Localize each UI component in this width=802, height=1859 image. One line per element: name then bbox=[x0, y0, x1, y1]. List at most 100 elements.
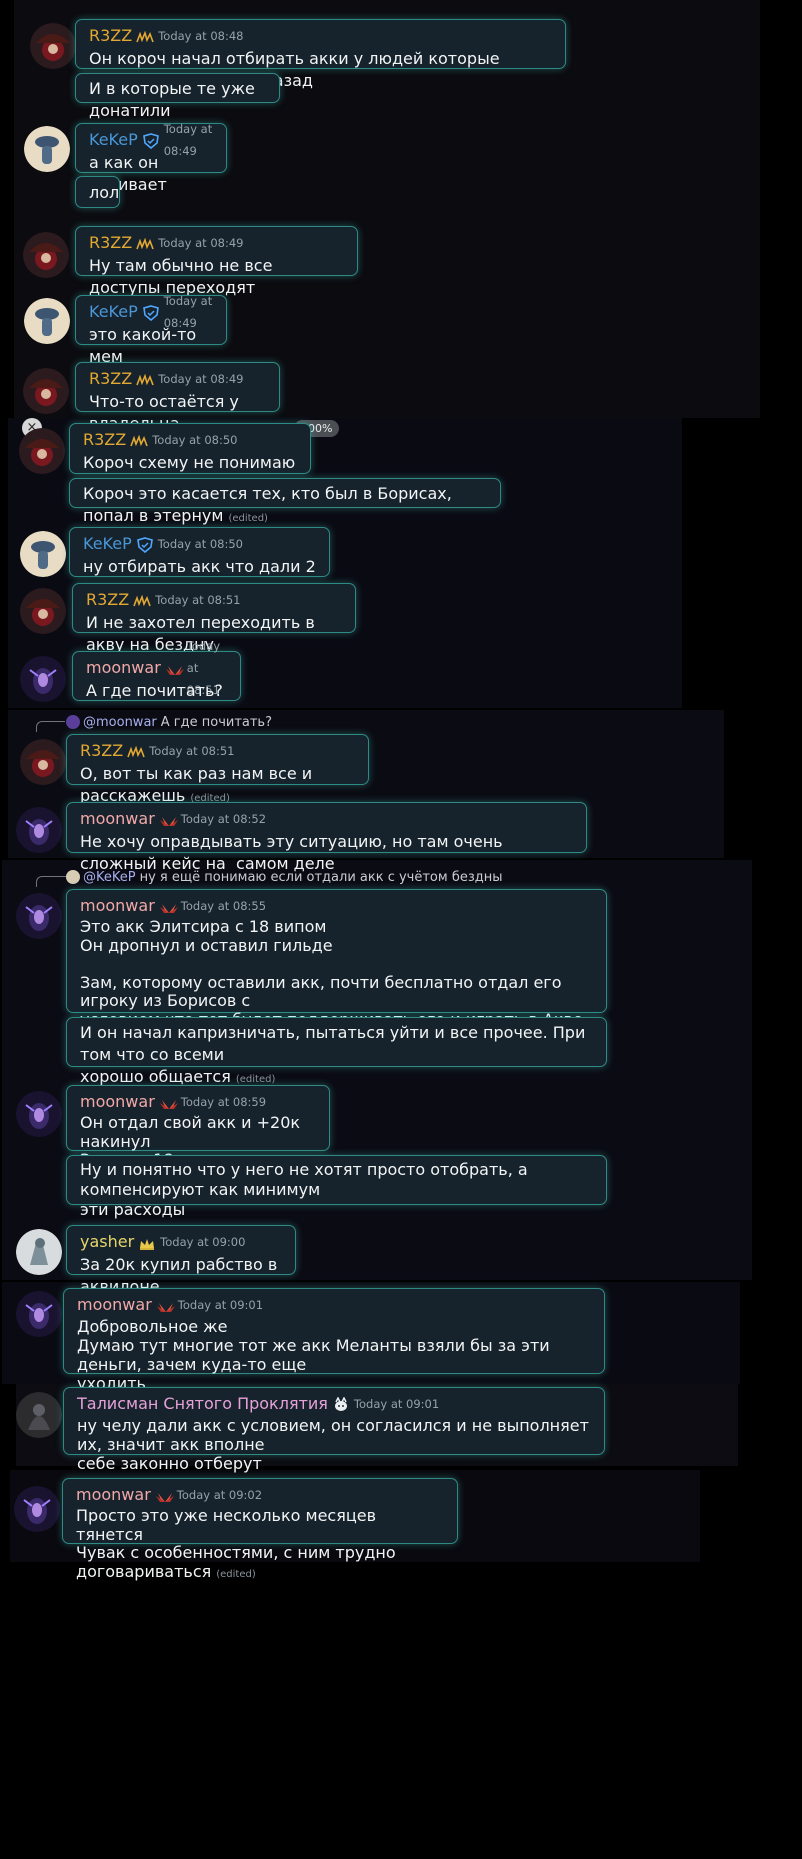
message-bubble[interactable]: R3ZZ Today at 08:49 Ну там обычно не все … bbox=[75, 226, 358, 297]
username[interactable]: moonwar bbox=[80, 895, 155, 917]
user-avatar[interactable] bbox=[23, 232, 69, 278]
message-bubble[interactable]: moonwar Today at 08:59 Он отдал свой акк … bbox=[66, 1085, 330, 1187]
username[interactable]: R3ZZ bbox=[83, 429, 126, 451]
timestamp: Today at 08:50 bbox=[157, 537, 244, 551]
edited-label: (edited) bbox=[228, 513, 268, 524]
username[interactable]: R3ZZ bbox=[89, 232, 132, 254]
user-avatar[interactable] bbox=[16, 807, 62, 853]
message-text: ну челу дали акк с условием, он согласил… bbox=[77, 1416, 589, 1473]
username[interactable]: KeKeP bbox=[89, 129, 138, 151]
timestamp: Today at 09:02 bbox=[176, 1488, 263, 1502]
message-bubble[interactable]: R3ZZ Today at 08:50 Короч схему не понима… bbox=[69, 423, 311, 494]
username[interactable]: moonwar bbox=[77, 1294, 152, 1316]
username[interactable]: R3ZZ bbox=[89, 368, 132, 390]
username[interactable]: KeKeP bbox=[89, 301, 138, 323]
role-badge-icon bbox=[130, 433, 148, 447]
shield-icon bbox=[142, 305, 160, 322]
message-text: И в которые те уже донатили bbox=[89, 79, 260, 120]
message-bubble[interactable]: moonwar Today at 08:55 Это акк Элитсира с… bbox=[66, 889, 607, 1028]
username[interactable]: R3ZZ bbox=[86, 589, 129, 611]
timestamp: Today at 09:00 bbox=[160, 1235, 246, 1249]
reply-mention[interactable]: @KeKeP bbox=[83, 870, 136, 885]
user-avatar[interactable] bbox=[16, 1091, 62, 1137]
reply-avatar bbox=[66, 870, 80, 884]
message-bubble[interactable]: Ну и понятно что у него не хотят просто … bbox=[66, 1155, 607, 1219]
message-text: А где почитать? bbox=[86, 681, 223, 700]
username[interactable]: Талисман Снятого Проклятия bbox=[77, 1393, 328, 1415]
message-bubble[interactable]: moonwar Today at 09:02 Просто это уже нес… bbox=[62, 1478, 458, 1580]
message-bubble[interactable]: KeKeP Today at 08:49 это какой-то мем bbox=[75, 294, 227, 366]
wings-icon bbox=[156, 1298, 175, 1312]
message-bubble[interactable]: R3ZZ Today at 08:48 Он короч начал отбира… bbox=[75, 19, 566, 90]
message-bubble[interactable]: лол bbox=[75, 176, 120, 208]
role-badge-icon bbox=[136, 236, 154, 250]
message-bubble[interactable]: KeKeP Today at 08:49 а как он отбивает bbox=[75, 122, 227, 194]
user-avatar[interactable] bbox=[30, 23, 76, 69]
shield-icon bbox=[142, 133, 160, 150]
message-text: Ну там обычно не все доступы переходят bbox=[89, 256, 278, 297]
edited-label: (edited) bbox=[235, 1074, 276, 1085]
wings-icon bbox=[155, 1488, 174, 1502]
crown-icon bbox=[138, 1235, 156, 1250]
message-bubble[interactable]: И он начал капризничать, пытаться уйти и… bbox=[66, 1017, 607, 1086]
message-bubble[interactable]: yasher Today at 09:00 За 20к купил рабств… bbox=[66, 1225, 296, 1296]
user-avatar[interactable] bbox=[24, 126, 70, 172]
message-bubble[interactable]: moonwar Today at 08:52 Не хочу оправдыват… bbox=[66, 802, 587, 873]
wings-icon bbox=[159, 812, 178, 826]
message-bubble[interactable]: Короч это касается тех, кто был в Бориса… bbox=[69, 478, 501, 525]
reply-connector bbox=[36, 721, 65, 732]
timestamp: Today at 09:01 bbox=[353, 1397, 440, 1411]
timestamp: Today at 08:52 bbox=[180, 812, 267, 826]
timestamp: Today at 09:01 bbox=[177, 1298, 264, 1312]
reply-preview[interactable]: @moonwar А где почитать? bbox=[66, 713, 272, 731]
user-avatar[interactable] bbox=[20, 531, 66, 577]
username[interactable]: R3ZZ bbox=[80, 740, 123, 762]
timestamp: Today at 08:50 bbox=[152, 433, 238, 447]
reply-avatar bbox=[66, 715, 80, 729]
message-bubble[interactable]: И в которые те уже донатили bbox=[75, 73, 280, 120]
timestamp: Today at 08:55 bbox=[180, 899, 267, 913]
user-avatar[interactable] bbox=[20, 588, 66, 634]
message-bubble[interactable]: R3ZZ Today at 08:51 И не захотел переходи… bbox=[72, 583, 356, 654]
username[interactable]: moonwar bbox=[80, 1091, 155, 1113]
timestamp: Today at 08:51 bbox=[149, 744, 235, 758]
user-avatar[interactable] bbox=[16, 1229, 62, 1275]
message-bubble[interactable]: moonwar Today at 09:01 Добровольное же Ду… bbox=[63, 1288, 605, 1393]
message-bubble[interactable]: R3ZZ Today at 08:51 О, вот ты как раз нам… bbox=[66, 734, 369, 805]
message-bubble[interactable]: moonwar Today at 08:51 А где почитать? bbox=[72, 639, 241, 701]
reply-text: ну я ещё понимаю если отдали акк с учёто… bbox=[139, 869, 503, 885]
wings-icon bbox=[159, 1095, 178, 1109]
user-avatar[interactable] bbox=[23, 368, 69, 414]
user-avatar[interactable] bbox=[16, 1392, 62, 1438]
user-avatar[interactable] bbox=[16, 893, 62, 939]
timestamp: Today at 08:49 bbox=[163, 122, 213, 158]
username[interactable]: moonwar bbox=[86, 657, 161, 679]
username[interactable]: yasher bbox=[80, 1231, 134, 1253]
username[interactable]: moonwar bbox=[76, 1484, 151, 1506]
reply-mention[interactable]: @moonwar bbox=[83, 715, 157, 730]
username[interactable]: KeKeP bbox=[83, 533, 132, 555]
shield-icon bbox=[136, 537, 154, 554]
wings-icon bbox=[159, 899, 178, 913]
timestamp: Today at 08:51 bbox=[155, 593, 241, 607]
role-badge-icon bbox=[133, 593, 151, 607]
timestamp: Today at 08:49 bbox=[158, 372, 244, 386]
role-badge-icon bbox=[136, 29, 154, 43]
message-bubble[interactable]: Талисман Снятого Проклятия Today at 09:01… bbox=[63, 1387, 605, 1473]
message-text: лол bbox=[89, 183, 120, 202]
message-text: Ну и понятно что у него не хотят просто … bbox=[80, 1160, 528, 1219]
user-avatar[interactable] bbox=[16, 1291, 62, 1337]
user-avatar[interactable] bbox=[20, 656, 66, 702]
username[interactable]: R3ZZ bbox=[89, 25, 132, 47]
user-avatar[interactable] bbox=[24, 298, 70, 344]
reply-preview[interactable]: @KeKeP ну я ещё понимаю если отдали акк с… bbox=[66, 868, 503, 886]
user-avatar[interactable] bbox=[14, 1486, 60, 1532]
wings-icon bbox=[165, 661, 184, 675]
message-bubble[interactable]: R3ZZToday at 08:49 Что-то остаётся у вла… bbox=[75, 362, 280, 433]
message-bubble[interactable]: KeKeP Today at 08:50 ну отбирать акк что … bbox=[69, 527, 330, 598]
pet-icon bbox=[332, 1396, 350, 1411]
reply-connector bbox=[36, 876, 67, 887]
username[interactable]: moonwar bbox=[80, 808, 155, 830]
user-avatar[interactable] bbox=[20, 739, 66, 785]
user-avatar[interactable] bbox=[19, 428, 65, 474]
